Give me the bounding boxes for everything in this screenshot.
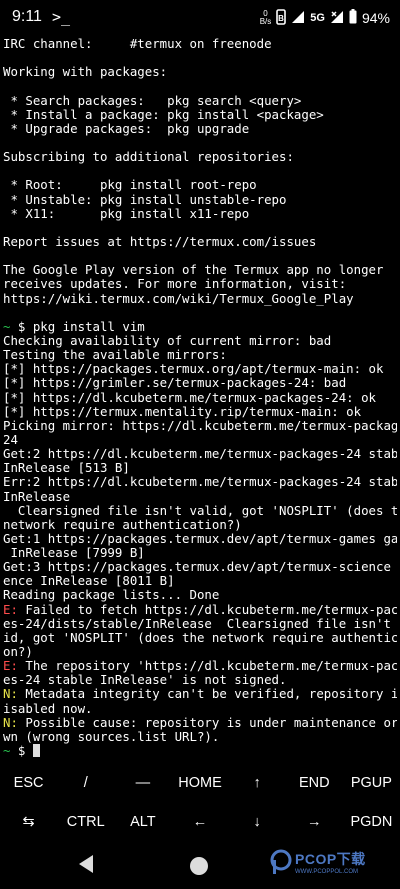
terminal-line: [*] https://termux.mentality.rip/termux-… (3, 403, 362, 419)
terminal-line: Reading package lists... Done (3, 587, 220, 603)
terminal-line: isabled now. (3, 700, 93, 716)
key-home[interactable]: HOME (171, 763, 228, 802)
terminal-line: InRelease [7999 B] (3, 545, 145, 561)
prompt-tilde: ~ (3, 318, 11, 334)
key-right-arrow[interactable]: → (286, 802, 343, 841)
key-slash[interactable]: / (57, 763, 114, 802)
terminal-line: ~ $ (3, 743, 397, 757)
terminal-line: es-24/dists/stable/InRelease Clearsigned… (3, 615, 397, 631)
terminal-line: id, got 'NOSPLIT' (does the network requ… (3, 629, 397, 645)
extra-keys-row-2: ⇆ CTRL ALT ← ↓ → PGDN (0, 802, 400, 841)
terminal-line: Get:1 https://packages.termux.dev/apt/te… (3, 530, 397, 546)
note-label: N: (3, 686, 18, 702)
terminal-line: * X11: pkg install x11-repo (3, 205, 250, 221)
watermark-logo-icon (270, 849, 292, 874)
cursor[interactable] (32, 744, 40, 757)
key-alt[interactable]: ALT (114, 802, 171, 841)
terminal-line: N: Possible cause: repository is under m… (3, 714, 397, 730)
terminal-line: Checking availability of current mirror:… (3, 332, 332, 348)
terminal-line: [*] https://dl.kcubeterm.me/termux-packa… (3, 389, 376, 405)
terminal-line: InRelease (3, 488, 71, 504)
extra-keys-row-1: ESC / — HOME ↑ END PGUP (0, 763, 400, 802)
note-label: N: (3, 714, 18, 730)
terminal-line: * Install a package: pkg install <packag… (3, 106, 324, 122)
watermark-sub: WWW.PCOPPOL.COM (295, 869, 358, 875)
terminal-line: The Google Play version of the Termux ap… (3, 262, 384, 278)
home-icon[interactable] (190, 857, 208, 875)
terminal-line: E: Failed to fetch https://dl.kcubeterm.… (3, 601, 397, 617)
terminal-line: 24 (3, 431, 18, 447)
net-speed-unit: B/s (259, 17, 272, 26)
signal-icon (291, 10, 305, 27)
signal-x-icon (330, 10, 344, 27)
terminal-line: Err:2 https://dl.kcubeterm.me/termux-pac… (3, 474, 397, 490)
network-type: 5G (310, 12, 325, 24)
terminal-line: Report issues at https://termux.com/issu… (3, 233, 317, 249)
terminal-line: [*] https://packages.termux.org/apt/term… (3, 361, 384, 377)
data-saver-icon: B (276, 8, 287, 28)
key-ctrl[interactable]: CTRL (57, 802, 114, 841)
key-esc[interactable]: ESC (0, 763, 57, 802)
terminal-line: ence InRelease [8011 B] (3, 573, 175, 589)
terminal-line: N: Metadata integrity can't be verified,… (3, 686, 397, 702)
terminal-line: Picking mirror: https://dl.kcubeterm.me/… (3, 417, 397, 433)
terminal-line: Working with packages: (3, 64, 168, 80)
watermark-text: PCOP下载 (295, 851, 366, 867)
watermark: PCOP下载 WWW.PCOPPOL.COM (270, 849, 366, 875)
terminal-line: * Root: pkg install root-repo (3, 177, 257, 193)
terminal-line: wn (wrong sources.list URL?). (3, 728, 220, 744)
terminal-output[interactable]: IRC channel: #termux on freenode Working … (3, 37, 397, 757)
terminal-line: Subscribing to additional repositories: (3, 149, 294, 165)
prompt-tilde: ~ (3, 743, 11, 757)
key-left-arrow[interactable]: ← (171, 802, 228, 841)
status-time: 9:11 (12, 8, 42, 25)
terminal-line: IRC channel: #termux on freenode (3, 37, 272, 51)
key-tab-icon[interactable]: ⇆ (0, 802, 57, 841)
status-icons: 0 B/s B 5G 94% (260, 8, 390, 28)
terminal-line: Get:3 https://packages.termux.dev/apt/te… (3, 559, 397, 575)
terminal-line: ~ $ pkg install vim (3, 318, 145, 334)
key-dash[interactable]: — (114, 763, 171, 802)
key-pgdn[interactable]: PGDN (343, 802, 400, 841)
back-icon[interactable] (78, 854, 94, 878)
key-down-arrow[interactable]: ↓ (229, 802, 286, 841)
error-label: E: (3, 658, 18, 674)
key-pgup[interactable]: PGUP (343, 763, 400, 802)
terminal-line: * Search packages: pkg search <query> (3, 92, 302, 108)
terminal-line: https://wiki.termux.com/wiki/Termux_Goog… (3, 290, 354, 306)
battery-percent: 94% (361, 10, 390, 26)
terminal-line: * Unstable: pkg install unstable-repo (3, 191, 287, 207)
terminal-line: E: The repository 'https://dl.kcubeterm.… (3, 658, 397, 674)
terminal-line: es-24 stable InRelease' is not signed. (3, 672, 287, 688)
terminal-notification-icon: >_ (52, 8, 71, 26)
extra-keys-bar: ESC / — HOME ↑ END PGUP ⇆ CTRL ALT ← ↓ →… (0, 763, 400, 845)
terminal-line: [*] https://grimler.se/termux-packages-2… (3, 375, 347, 391)
terminal-line: InRelease [513 B] (3, 460, 130, 476)
terminal-line: on?) (3, 644, 33, 660)
navigation-bar: PCOP下载 WWW.PCOPPOL.COM (0, 845, 400, 889)
terminal-line: Get:2 https://dl.kcubeterm.me/termux-pac… (3, 446, 397, 462)
terminal-line: receives updates. For more information, … (3, 276, 347, 292)
status-bar: 9:11 >_ 0 B/s B 5G 94% (0, 0, 400, 34)
battery-icon (349, 9, 357, 27)
svg-text:B: B (278, 14, 284, 23)
net-speed: 0 B/s (260, 10, 272, 26)
terminal-line: Clearsigned file isn't valid, got 'NOSPL… (3, 502, 397, 518)
error-label: E: (3, 601, 18, 617)
key-end[interactable]: END (286, 763, 343, 802)
terminal-line: Testing the available mirrors: (3, 347, 227, 363)
terminal-line: network require authentication?) (3, 516, 242, 532)
key-up-arrow[interactable]: ↑ (229, 763, 286, 802)
terminal-line: * Upgrade packages: pkg upgrade (3, 120, 250, 136)
